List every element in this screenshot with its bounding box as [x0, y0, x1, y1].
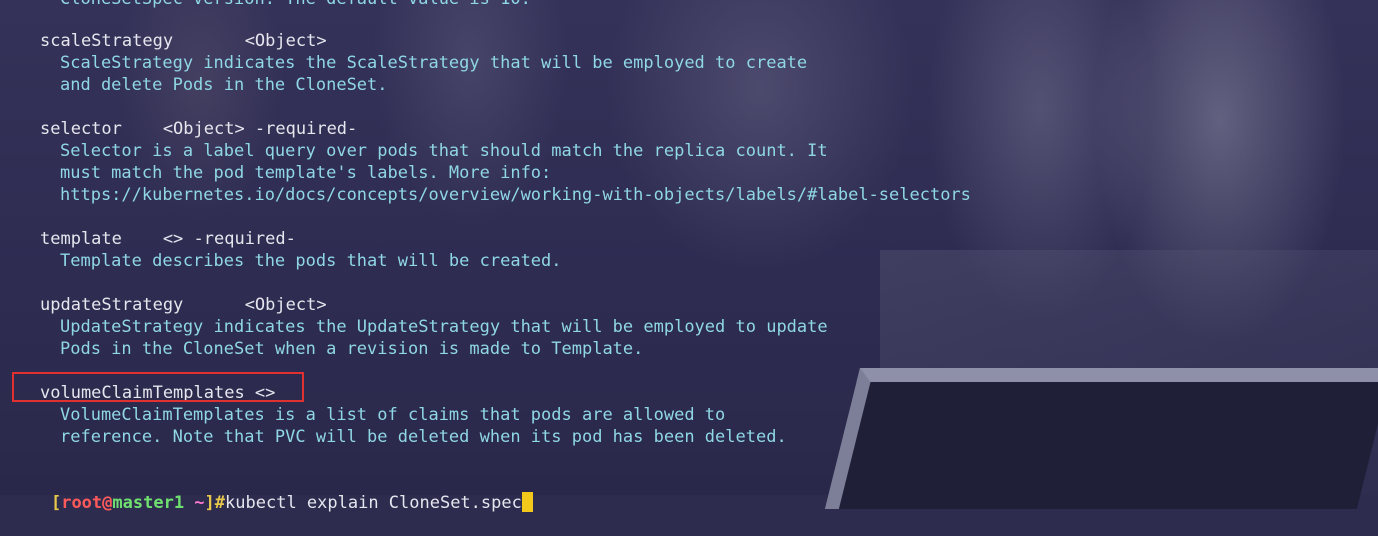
prompt-user: root — [61, 493, 103, 513]
terminal-link[interactable]: https://kubernetes.io/docs/concepts/over… — [60, 184, 971, 206]
field-template: template <> -required- — [40, 229, 296, 249]
terminal-window[interactable]: CloneSetSpec version. The default value … — [0, 0, 1378, 513]
prompt-path: ~ — [184, 493, 205, 513]
terminal-line: ScaleStrategy indicates the ScaleStrateg… — [60, 53, 808, 73]
terminal-line: and delete Pods in the CloneSet. — [60, 75, 388, 95]
terminal-line: reference. Note that PVC will be deleted… — [60, 427, 787, 447]
field-scale-strategy: scaleStrategy <Object> — [40, 31, 327, 51]
terminal-line: Selector is a label query over pods that… — [60, 141, 828, 161]
field-selector: selector <Object> -required- — [40, 119, 358, 139]
text-cursor — [521, 492, 533, 512]
field-update-strategy: updateStrategy <Object> — [40, 295, 327, 315]
command-prompt[interactable]: [root@master1 ~]#kubectl explain CloneSe… — [10, 470, 533, 513]
terminal-line: must match the pod template's labels. Mo… — [60, 163, 552, 183]
prompt-close-bracket: ]# — [204, 493, 226, 513]
terminal-line: Template describes the pods that will be… — [60, 251, 562, 271]
command-input[interactable]: kubectl explain CloneSet.spec — [225, 493, 522, 513]
prompt-open-bracket: [ — [50, 493, 62, 513]
terminal-line: VolumeClaimTemplates is a list of claims… — [60, 405, 726, 425]
prompt-at: @ — [102, 493, 113, 513]
terminal-line: CloneSetSpec version. The default value … — [60, 0, 531, 10]
prompt-host: master1 — [112, 493, 185, 513]
highlight-annotation-box — [12, 372, 304, 402]
terminal-line: Pods in the CloneSet when a revision is … — [60, 339, 644, 359]
terminal-line: UpdateStrategy indicates the UpdateStrat… — [60, 317, 828, 337]
